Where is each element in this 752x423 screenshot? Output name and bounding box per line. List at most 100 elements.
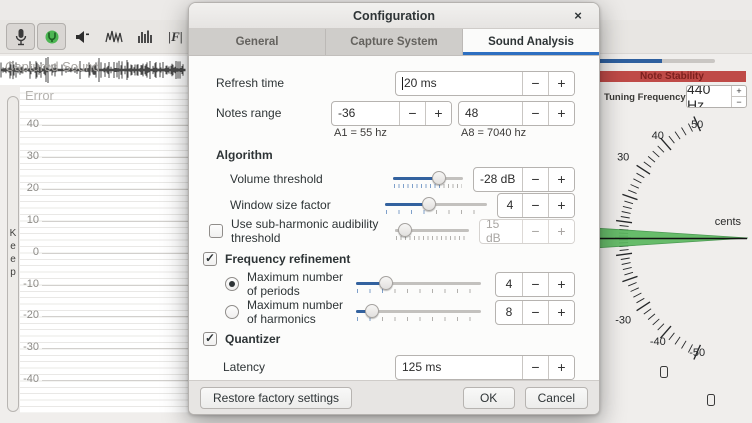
- note-stability-bar: Note Stability: [598, 71, 746, 82]
- refresh-time-value[interactable]: 20 ms: [404, 76, 437, 90]
- tuning-frequency-label: Tuning Frequency: [604, 92, 682, 103]
- max-periods-slider[interactable]: [356, 273, 481, 295]
- slider-handle[interactable]: [422, 197, 436, 211]
- volume-threshold-row: Volume threshold -28 dB − +: [203, 166, 575, 192]
- max-periods-value[interactable]: 4: [496, 273, 522, 296]
- gauge-tick: [631, 185, 639, 189]
- tuning-fork-icon: [44, 29, 60, 45]
- max-harmonics-radio[interactable]: [225, 305, 239, 319]
- max-harmonics-row: Maximum number of harmonics 8 − +: [203, 298, 575, 326]
- dialog-titlebar[interactable]: Configuration ×: [189, 3, 599, 29]
- increment-button[interactable]: +: [548, 194, 574, 217]
- latency-row: Latency 125 ms − +: [203, 354, 575, 380]
- latency-spinner[interactable]: 125 ms − +: [395, 355, 575, 380]
- decrement-button[interactable]: −: [522, 72, 548, 95]
- increment-button[interactable]: +: [548, 72, 574, 95]
- histogram-view-button[interactable]: [130, 23, 159, 50]
- tab-general[interactable]: General: [189, 29, 325, 55]
- decrement-button[interactable]: −: [522, 168, 548, 191]
- gridline: [42, 253, 188, 254]
- gauge-tick: [658, 146, 664, 152]
- axis-tick-label: 40: [20, 118, 39, 130]
- gauge-tick: [622, 194, 637, 199]
- decrement-button[interactable]: −: [522, 194, 548, 217]
- axis-tick-label: 20: [20, 182, 39, 194]
- decrement-button[interactable]: −: [522, 273, 548, 296]
- volume-threshold-spinner[interactable]: -28 dB − +: [473, 167, 575, 192]
- increment-button[interactable]: +: [548, 102, 574, 125]
- tuning-frequency-steppers: + −: [731, 86, 746, 107]
- notes-range-min-spinner[interactable]: -36 − +: [331, 101, 452, 126]
- gridline: [42, 316, 188, 317]
- window-size-factor-spinner[interactable]: 4 − +: [497, 193, 575, 218]
- refresh-time-spinner[interactable]: 20 ms − +: [395, 71, 575, 96]
- subharmonic-checkbox[interactable]: [209, 224, 223, 238]
- gauge-tick: [637, 173, 645, 178]
- axis-tick-label: -10: [20, 278, 39, 290]
- latency-value[interactable]: 125 ms: [402, 360, 441, 374]
- gridline: [42, 221, 188, 222]
- gauge-tick: [658, 324, 664, 330]
- window-size-factor-row: Window size factor 4 − +: [203, 192, 575, 218]
- notes-range-max-value[interactable]: 48: [459, 102, 522, 125]
- max-harmonics-value[interactable]: 8: [496, 301, 522, 324]
- increment-button[interactable]: +: [548, 356, 574, 379]
- slider-handle[interactable]: [432, 171, 446, 185]
- frequency-refinement-checkbox[interactable]: [203, 252, 217, 266]
- keep-button[interactable]: Keep: [7, 96, 19, 412]
- notes-range-hints: A1 = 55 hz A8 = 7040 hz: [203, 126, 575, 140]
- gauge-unit-label: cents: [697, 216, 741, 228]
- restore-factory-settings-button[interactable]: Restore factory settings: [200, 387, 352, 409]
- gauge-scale-label: -50: [689, 347, 705, 359]
- close-icon[interactable]: ×: [569, 6, 587, 24]
- muted-speaker-icon: [75, 30, 91, 44]
- max-periods-spinner[interactable]: 4 − +: [495, 272, 575, 297]
- gauge-tick: [624, 272, 633, 275]
- tuning-frequency-value[interactable]: 440 Hz: [687, 86, 731, 107]
- increment-button[interactable]: +: [548, 168, 574, 191]
- max-harmonics-spinner[interactable]: 8 − +: [495, 300, 575, 325]
- slider-handle[interactable]: [365, 304, 379, 318]
- latency-label: Latency: [203, 360, 265, 374]
- increment-button[interactable]: +: [548, 301, 574, 324]
- window-size-factor-slider[interactable]: [385, 194, 487, 216]
- capture-toggle-button[interactable]: [6, 23, 35, 50]
- notes-range-max-spinner[interactable]: 48 − +: [458, 101, 575, 126]
- gauge-tick: [682, 341, 687, 349]
- mute-button[interactable]: [68, 23, 97, 50]
- waveform-view-button[interactable]: [99, 23, 128, 50]
- gauge-tick: [616, 221, 632, 223]
- gauge-tick: [621, 258, 630, 260]
- max-periods-radio[interactable]: [225, 277, 239, 291]
- decrement-button[interactable]: −: [522, 301, 548, 324]
- slider-handle[interactable]: [379, 276, 393, 290]
- tuning-increase-button[interactable]: +: [732, 86, 746, 96]
- max-harmonics-slider[interactable]: [356, 301, 481, 323]
- fourier-view-button[interactable]: |F|: [161, 23, 190, 50]
- tuner-toggle-button[interactable]: [37, 23, 66, 50]
- decrement-button[interactable]: −: [522, 102, 548, 125]
- gauge-tick: [624, 201, 633, 204]
- increment-button[interactable]: +: [425, 102, 451, 125]
- tab-sound-analysis[interactable]: Sound Analysis: [462, 29, 599, 55]
- dialog-action-bar: Restore factory settings OK Cancel: [189, 380, 599, 414]
- gauge-tick: [669, 136, 675, 143]
- gauge-tick: [620, 250, 629, 251]
- axis-tick-label: 30: [20, 150, 39, 162]
- volume-threshold-slider[interactable]: [393, 168, 463, 190]
- volume-threshold-value[interactable]: -28 dB: [474, 168, 522, 191]
- cancel-button[interactable]: Cancel: [525, 387, 588, 409]
- waveform-icon: [105, 29, 123, 45]
- window-size-factor-value[interactable]: 4: [498, 194, 522, 217]
- decrement-button[interactable]: −: [399, 102, 425, 125]
- tab-capture-system[interactable]: Capture System: [325, 29, 462, 55]
- gauge-tick: [653, 319, 660, 325]
- gauge-scale-label: 40: [652, 130, 664, 142]
- notes-range-min-value[interactable]: -36: [332, 102, 399, 125]
- increment-button[interactable]: +: [548, 273, 574, 296]
- decrement-button[interactable]: −: [522, 356, 548, 379]
- gauge-tick: [616, 253, 632, 255]
- ok-button[interactable]: OK: [463, 387, 515, 409]
- gauge-tick: [633, 293, 641, 297]
- quantizer-checkbox[interactable]: [203, 332, 217, 346]
